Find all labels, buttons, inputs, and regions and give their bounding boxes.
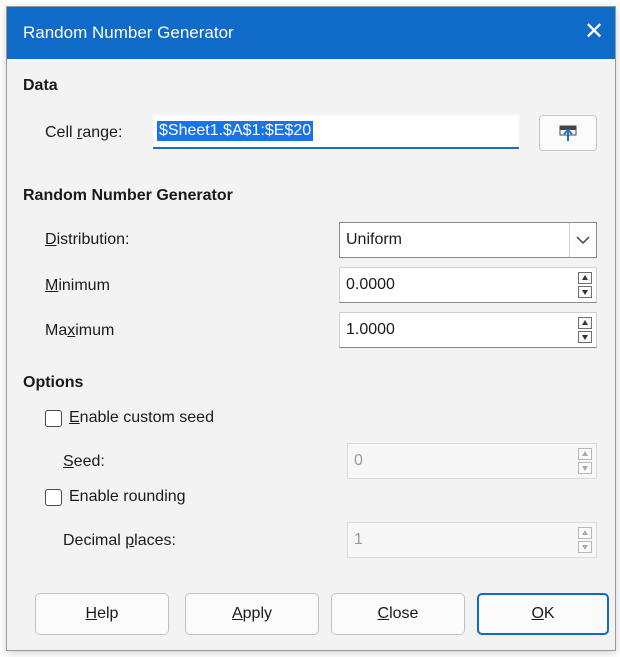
dialog-title: Random Number Generator xyxy=(23,23,234,42)
maximum-label: Maximum xyxy=(45,322,115,339)
help-button[interactable]: Help xyxy=(35,593,169,635)
data-section-heading: Data xyxy=(23,77,58,94)
title-bar[interactable]: Random Number Generator ✕ xyxy=(7,7,615,59)
minimum-spin-buttons xyxy=(578,272,592,298)
maximum-value: 1.0000 xyxy=(346,321,395,338)
maximum-spinbox[interactable]: 1.0000 xyxy=(339,312,597,348)
spin-down-icon[interactable] xyxy=(578,331,592,343)
custom-seed-checkbox[interactable] xyxy=(45,410,62,427)
maximum-spin-buttons xyxy=(578,317,592,343)
generator-section-heading: Random Number Generator xyxy=(23,187,233,204)
decimal-spin-buttons xyxy=(578,527,592,553)
close-button[interactable]: Close xyxy=(331,593,465,635)
cell-range-input[interactable]: $Sheet1.$A$1:$E$20 xyxy=(153,115,519,149)
minimum-label: Minimum xyxy=(45,277,110,294)
chevron-down-icon[interactable] xyxy=(569,223,596,257)
spin-up-icon[interactable] xyxy=(578,317,592,329)
distribution-label: Distribution: xyxy=(45,231,130,248)
minimum-spinbox[interactable]: 0.0000 xyxy=(339,267,597,303)
seed-spinbox[interactable]: 0 xyxy=(347,443,597,479)
random-number-generator-dialog: Random Number Generator ✕ Data Cell rang… xyxy=(6,6,616,651)
distribution-select[interactable]: Uniform xyxy=(339,222,597,258)
decimal-places-label: Decimal places: xyxy=(63,532,176,549)
spin-up-icon[interactable] xyxy=(578,448,592,460)
rounding-checkbox[interactable] xyxy=(45,489,62,506)
seed-label: Seed: xyxy=(63,453,105,470)
spin-down-icon[interactable] xyxy=(578,286,592,298)
spin-down-icon[interactable] xyxy=(578,541,592,553)
shrink-dialog-button[interactable] xyxy=(539,115,597,151)
distribution-value: Uniform xyxy=(346,231,403,248)
rounding-label[interactable]: Enable rounding xyxy=(69,488,186,506)
cell-range-label: Cell range: xyxy=(45,124,123,141)
options-section-heading: Options xyxy=(23,374,84,391)
close-icon[interactable]: ✕ xyxy=(579,17,609,47)
custom-seed-label[interactable]: Enable custom seed xyxy=(69,409,214,427)
decimal-places-spinbox[interactable]: 1 xyxy=(347,522,597,558)
ok-button[interactable]: OK xyxy=(477,593,609,635)
spin-up-icon[interactable] xyxy=(578,527,592,539)
shrink-dialog-icon xyxy=(559,125,577,141)
seed-value: 0 xyxy=(354,452,363,469)
cell-range-value: $Sheet1.$A$1:$E$20 xyxy=(157,121,314,141)
decimal-places-value: 1 xyxy=(354,531,363,548)
minimum-value: 0.0000 xyxy=(346,276,395,293)
spin-up-icon[interactable] xyxy=(578,272,592,284)
apply-button[interactable]: Apply xyxy=(185,593,319,635)
seed-spin-buttons xyxy=(578,448,592,474)
spin-down-icon[interactable] xyxy=(578,462,592,474)
